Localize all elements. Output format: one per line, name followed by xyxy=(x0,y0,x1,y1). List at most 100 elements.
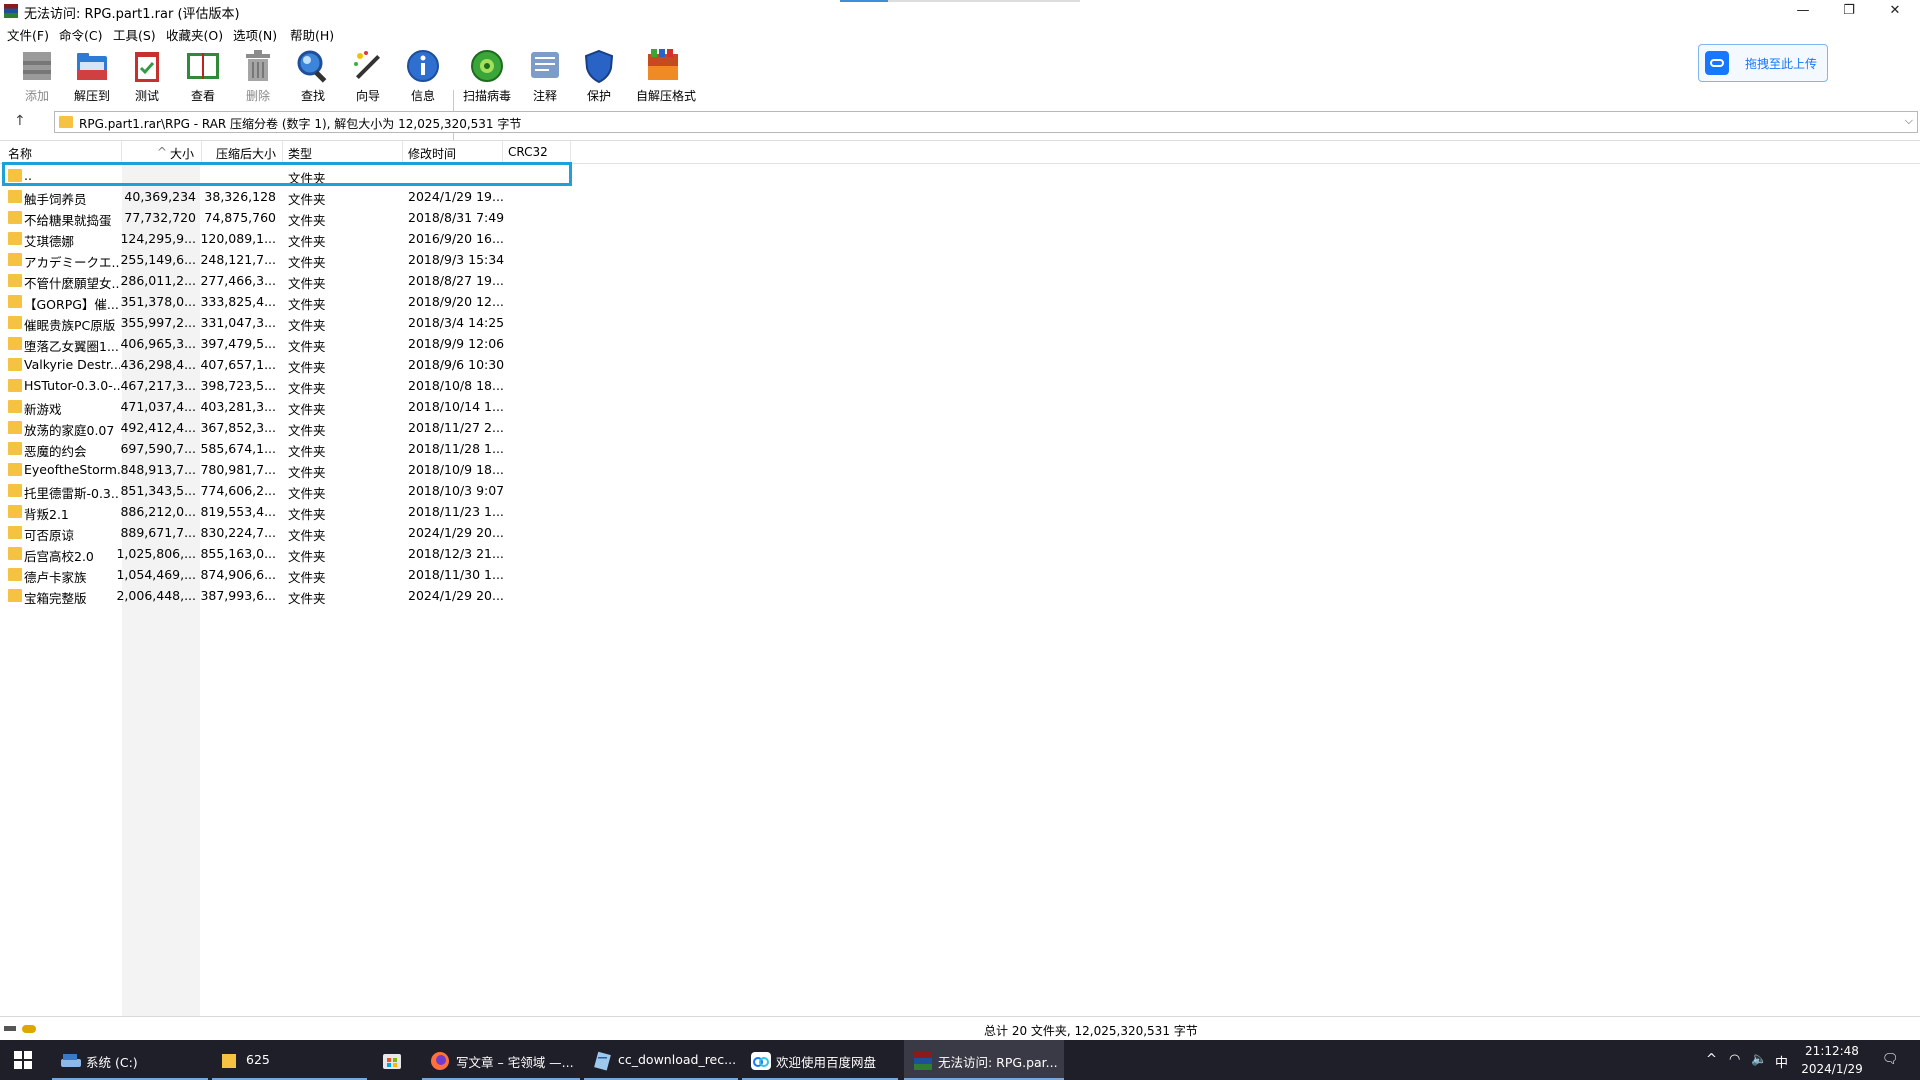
info-button[interactable]: 信息 xyxy=(396,48,450,108)
upload-dropzone[interactable]: 拖拽至此上传 xyxy=(1698,44,1828,82)
table-row[interactable]: 不给糖果就捣蛋 77,732,720 74,875,760 文件夹 2018/8/31 … xyxy=(0,207,1920,228)
folder-icon xyxy=(8,505,22,518)
taskbar-item-baidu-netdisk[interactable]: 欢迎使用百度网盘 xyxy=(742,1040,898,1080)
tray-chevron-icon[interactable]: ^ xyxy=(1706,1052,1717,1067)
table-row[interactable]: .. 文件夹 xyxy=(0,165,1920,186)
extract-to-button[interactable]: 解压到 xyxy=(65,48,119,108)
folder-icon xyxy=(8,253,22,266)
taskbar-item-drive[interactable]: 系统 (C:) xyxy=(52,1040,208,1080)
table-row[interactable]: Valkyrie Destr... 436,298,4... 407,657,1..… xyxy=(0,354,1920,375)
column-header-modified[interactable]: 修改时间 xyxy=(408,145,456,162)
table-row[interactable]: アカデミークエ... 255,149,6... 248,121,7... 文件夹 201… xyxy=(0,249,1920,270)
column-header-name[interactable]: 名称 xyxy=(8,145,32,162)
extract-folder-icon xyxy=(74,48,110,84)
delete-button[interactable]: 删除 xyxy=(231,48,285,108)
close-button[interactable]: ✕ xyxy=(1872,0,1918,22)
folder-icon xyxy=(8,442,22,455)
table-row[interactable]: 【GORPG】催... 351,378,0... 333,825,4... 文件夹 20… xyxy=(0,291,1920,312)
network-icon[interactable]: ◠ xyxy=(1729,1052,1740,1067)
folder-icon xyxy=(220,1051,240,1069)
taskbar-item-folder[interactable]: 625 xyxy=(212,1040,367,1080)
table-row[interactable]: 催眠贵族PC原版 355,997,2... 331,047,3... 文件夹 2018/… xyxy=(0,312,1920,333)
shield-icon xyxy=(581,48,617,84)
folder-icon xyxy=(8,421,22,434)
add-button[interactable]: 添加 xyxy=(10,48,64,108)
comment-button[interactable]: 注释 xyxy=(518,48,572,108)
view-button[interactable]: 查看 xyxy=(176,48,230,108)
ime-indicator[interactable]: 中 xyxy=(1775,1052,1788,1071)
column-header-packed[interactable]: 压缩后大小 xyxy=(216,145,276,162)
table-row[interactable]: 德卢卡家族 1,054,469,... 874,906,6... 文件夹 2018/11… xyxy=(0,564,1920,585)
info-icon xyxy=(405,48,441,84)
status-bar: 总计 20 文件夹, 12,025,320,531 字节 xyxy=(0,1016,1920,1041)
path-field[interactable]: RPG.part1.rar\RPG - RAR 压缩分卷 (数字 1), 解包大… xyxy=(54,111,1918,133)
trash-icon xyxy=(240,48,276,84)
column-divider[interactable] xyxy=(402,141,403,163)
virus-scan-button[interactable]: 扫描病毒 xyxy=(460,48,514,108)
file-list[interactable]: 名称 ^ 大小 压缩后大小 类型 修改时间 CRC32 .. 文件夹 触手饲养员 4… xyxy=(0,140,1920,1017)
column-divider[interactable] xyxy=(121,141,122,163)
column-divider[interactable] xyxy=(201,141,202,163)
table-row[interactable]: 后宫高校2.0 1,025,806,... 855,163,0... 文件夹 2018/… xyxy=(0,543,1920,564)
restore-button[interactable]: ❐ xyxy=(1826,0,1872,22)
taskbar-item-notepad[interactable]: cc_download_rec... xyxy=(584,1040,738,1080)
comment-icon xyxy=(527,48,563,84)
baidu-netdisk-icon xyxy=(750,1051,771,1070)
path-text: RPG.part1.rar\RPG - RAR 压缩分卷 (数字 1), 解包大… xyxy=(79,117,522,131)
table-row[interactable]: 宝箱完整版 2,006,448,... 387,993,6... 文件夹 2024/1/… xyxy=(0,585,1920,606)
sort-ascending-icon: ^ xyxy=(157,145,168,159)
windows-start-icon[interactable] xyxy=(14,1051,32,1069)
find-button[interactable]: 查找 xyxy=(286,48,340,108)
toolbar: 添加 解压到 测试 查看 删除 查找 向导 信息 扫描病毒 注释 保护 自解压格… xyxy=(0,42,1920,142)
column-divider[interactable] xyxy=(570,141,571,163)
column-divider[interactable] xyxy=(282,141,283,163)
test-button[interactable]: 测试 xyxy=(120,48,174,108)
table-row[interactable]: 艾琪德娜 124,295,9... 120,089,1... 文件夹 2016/9/20… xyxy=(0,228,1920,249)
table-row[interactable]: 堕落乙女翼圈1.... 406,965,3... 397,479,5... 文件夹 20… xyxy=(0,333,1920,354)
notification-icon[interactable]: 🗨 xyxy=(1882,1052,1899,1067)
table-row[interactable]: 不管什麼願望女... 286,011,2... 277,466,3... 文件夹 201… xyxy=(0,270,1920,291)
folder-icon xyxy=(59,116,73,128)
minimize-button[interactable]: — xyxy=(1780,0,1826,22)
table-row[interactable]: 新游戏 471,037,4... 403,281,3... 文件夹 2018/10/14… xyxy=(0,396,1920,417)
firefox-icon xyxy=(430,1051,450,1070)
table-row[interactable]: 触手饲养员 40,369,234 38,326,128 文件夹 2024/1/29 19… xyxy=(0,186,1920,207)
magnifier-icon xyxy=(295,48,331,84)
winrar-icon xyxy=(912,1051,932,1070)
cloud-icon xyxy=(1705,51,1729,75)
table-row[interactable]: 托里德雷斯-0.3.... 851,343,5... 774,606,2... 文件夹… xyxy=(0,480,1920,501)
folder-icon xyxy=(8,337,22,350)
title-bar[interactable]: 无法访问: RPG.part1.rar (评估版本) — ❐ ✕ xyxy=(0,0,1920,22)
wizard-button[interactable]: 向导 xyxy=(341,48,395,108)
folder-icon xyxy=(8,379,22,392)
taskbar-clock[interactable]: 21:12:48 2024/1/29 xyxy=(1800,1042,1864,1078)
store-icon xyxy=(382,1051,402,1069)
taskbar-item-firefox[interactable]: 写文章 – 宅领域 —... xyxy=(422,1040,580,1080)
table-row[interactable]: 可否原谅 889,671,7... 830,224,7... 文件夹 2024/1/29… xyxy=(0,522,1920,543)
test-clipboard-icon xyxy=(129,48,165,84)
folder-icon xyxy=(8,316,22,329)
volume-icon[interactable]: 🔈 xyxy=(1751,1052,1767,1067)
table-row[interactable]: 恶魔的约会 697,590,7... 585,674,1... 文件夹 2018/11/… xyxy=(0,438,1920,459)
up-folder-button[interactable]: ↑ xyxy=(14,113,26,129)
table-row[interactable]: 放荡的家庭0.07 492,412,4... 367,852,3... 文件夹 2018… xyxy=(0,417,1920,438)
taskbar-item-winrar[interactable]: 无法访问: RPG.par... xyxy=(904,1040,1064,1080)
folder-icon xyxy=(8,211,22,224)
chevron-down-icon[interactable]: ⌵ xyxy=(1905,114,1913,128)
table-row[interactable]: HSTutor-0.3.0-... 467,217,3... 398,723,5..… xyxy=(0,375,1920,396)
magic-wand-icon xyxy=(350,48,386,84)
sfx-button[interactable]: 自解压格式 xyxy=(636,48,696,108)
taskbar-item-store[interactable] xyxy=(374,1040,418,1080)
protect-button[interactable]: 保护 xyxy=(572,48,626,108)
drive-key-icon xyxy=(4,1025,38,1033)
folder-icon xyxy=(8,169,22,182)
status-text: 总计 20 文件夹, 12,025,320,531 字节 xyxy=(984,1024,1198,1038)
column-divider[interactable] xyxy=(502,141,503,163)
table-row[interactable]: 背叛2.1 886,212,0... 819,553,4... 文件夹 2018/11/… xyxy=(0,501,1920,522)
column-header-size[interactable]: 大小 xyxy=(170,145,194,162)
column-header-type[interactable]: 类型 xyxy=(288,145,312,162)
folder-icon xyxy=(8,463,22,476)
folder-icon xyxy=(8,295,22,308)
column-header-crc[interactable]: CRC32 xyxy=(508,145,548,159)
table-row[interactable]: EyeoftheStorm... 848,913,7... 780,981,7...… xyxy=(0,459,1920,480)
